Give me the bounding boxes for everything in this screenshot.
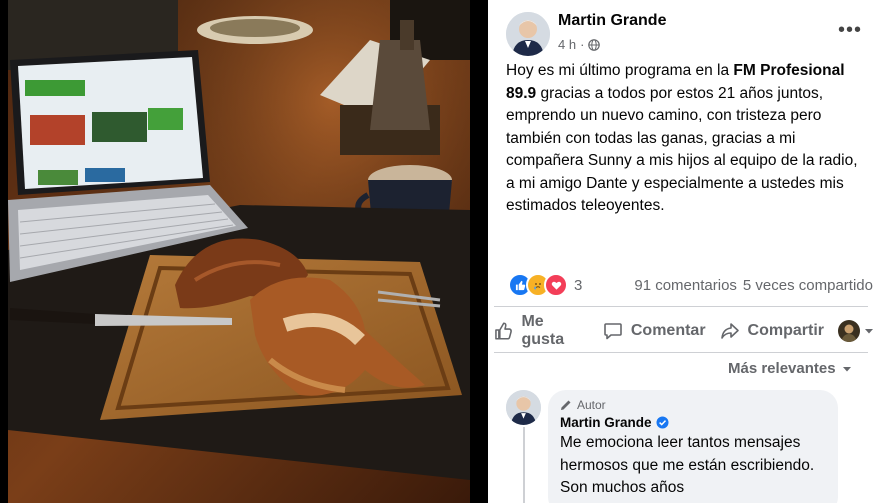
globe-icon [588,38,601,51]
post-text: Hoy es mi último programa en la FM Profe… [506,60,870,218]
comment-bubble: Autor Martin Grande Me emociona leer tan… [548,390,838,503]
comment-text: Me emociona leer tantos mensajes hermoso… [560,434,815,496]
reaction-count[interactable]: 3 [574,277,582,294]
separator-dot: · [580,37,585,52]
post-actions: Me gusta Comentar Compartir [494,313,874,348]
comment-icon [604,323,622,340]
comment-author-name[interactable]: Martin Grande [560,415,826,430]
share-label: Compartir [747,322,824,339]
post-time[interactable]: 4 h [558,37,576,52]
share-button[interactable]: Compartir [720,321,824,341]
verified-badge-icon [656,416,669,429]
thumbs-up-icon [495,322,512,340]
person-icon [506,390,541,425]
share-icon [720,323,739,339]
post-text-part-1: Hoy es mi último programa en la [506,62,734,79]
reaction-profile-selector[interactable] [838,320,874,342]
divider-bottom [494,352,868,353]
comment-author-name-text: Martin Grande [560,415,652,430]
pencil-icon [561,400,571,410]
like-label: Me gusta [521,313,565,348]
post-photo[interactable] [0,0,487,503]
breakfast-photo [8,0,470,503]
comments-count[interactable]: 91 comentarios [634,277,737,294]
thread-line [523,427,525,503]
comment-author-avatar[interactable] [506,390,541,425]
post-author-name[interactable]: Martin Grande [558,12,666,30]
shares-count[interactable]: 5 veces compartido [743,277,873,294]
like-button[interactable]: Me gusta [494,313,589,349]
comment-button[interactable]: Comentar [603,321,706,341]
author-badge: Autor [560,398,826,412]
post-meta: 4 h · [558,37,601,52]
caret-down-icon [865,329,873,334]
divider-top [494,306,868,307]
post-panel: Martin Grande 4 h · ••• Hoy es mi último… [488,0,883,503]
reactions-row: 3 91 comentarios 5 veces compartido [508,273,873,297]
caret-down-icon [842,366,851,371]
author-badge-label: Autor [577,398,606,412]
person-icon [506,12,550,56]
author-avatar[interactable] [506,12,550,56]
comment-label: Comentar [630,322,706,339]
post-text-part-2: gracias a todos por estos 21 años juntos… [506,84,858,215]
love-icon[interactable] [544,273,568,297]
post-stats: 91 comentarios 5 veces compartido [634,277,873,294]
comment-sort-dropdown[interactable]: Más relevantes [728,360,852,377]
viewer-avatar [838,320,860,342]
more-options-icon[interactable]: ••• [838,20,862,40]
sort-label: Más relevantes [728,360,836,377]
